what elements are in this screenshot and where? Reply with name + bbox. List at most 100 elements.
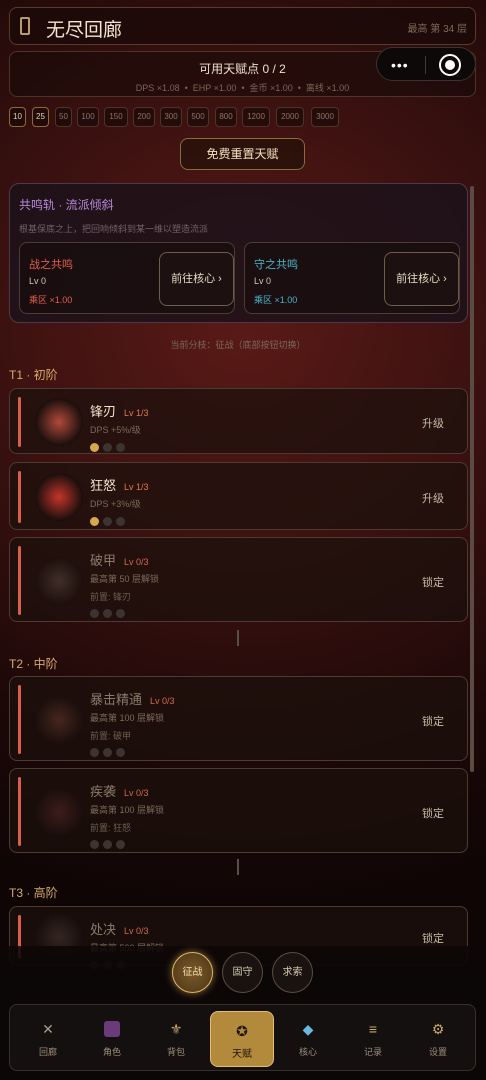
multiplier-summary: DPS ×1.08 • EHP ×1.00 • 金币 ×1.00 • 离线 ×1… <box>135 83 350 93</box>
locked-label: 锁定 <box>422 577 444 589</box>
resonance-panel: 共鸣轨 · 流派倾斜 根基保底之上，把回响倾斜到某一维以塑造流派 战之共鸣 Lv… <box>9 183 468 323</box>
go-to-core-button[interactable]: 前往核心 › <box>384 252 459 306</box>
tab-corridor[interactable]: ✕ 回廊 <box>16 1005 80 1072</box>
scroll-icon: ≡ <box>368 1021 378 1037</box>
path-button-conquest[interactable]: 征战 <box>172 952 213 993</box>
upgrade-button[interactable]: 升级 <box>422 490 444 506</box>
upgrade-button[interactable]: 升级 <box>422 415 444 431</box>
tab-label: 设置 <box>428 1047 447 1057</box>
skill-progress-pips <box>90 836 129 854</box>
skill-description: 最高第 100 层解锁 <box>90 713 165 723</box>
progress-pip <box>90 517 99 526</box>
skill-emblem-icon <box>35 696 83 744</box>
resonance-name: 守之共鸣 <box>254 259 298 271</box>
skill-row[interactable]: 破甲 Lv 0/3 最高第 50 层解锁 前置: 锋刃 锁定 <box>9 537 468 622</box>
skill-prerequisite: 前置: 狂怒 <box>90 823 132 833</box>
tab-talent[interactable]: ✪ 天赋 <box>210 1011 274 1067</box>
scrollbar[interactable] <box>470 186 474 772</box>
skill-prerequisite: 前置: 破甲 <box>90 731 132 741</box>
skill-progress-pips <box>90 744 129 762</box>
tab-core[interactable]: ◆ 核心 <box>276 1005 340 1072</box>
tab-label: 角色 <box>102 1047 121 1057</box>
floor-chip[interactable]: 50 <box>55 107 72 127</box>
skill-name: 疾袭 Lv 0/3 <box>90 784 149 799</box>
capsule-divider <box>425 56 426 74</box>
skill-name: 狂怒 Lv 1/3 <box>90 478 149 493</box>
top-bar: 无尽回廊 最高 第 34 层 <box>9 7 476 45</box>
skill-description: 最高第 50 层解锁 <box>90 574 160 584</box>
progress-pip <box>116 517 125 526</box>
resonance-name: 战之共鸣 <box>29 259 73 271</box>
tab-records[interactable]: ≡ 记录 <box>341 1005 405 1072</box>
skill-name: 破甲 Lv 0/3 <box>90 553 149 568</box>
skill-accent-bar <box>18 471 21 523</box>
tab-character[interactable]: 角色 <box>80 1005 144 1072</box>
tab-label: 记录 <box>363 1047 382 1057</box>
skill-accent-bar <box>18 685 21 754</box>
progress-pip <box>103 443 112 452</box>
skill-name: 处决 Lv 0/3 <box>90 922 149 937</box>
tab-label: 背包 <box>166 1047 185 1057</box>
skill-emblem-icon <box>35 473 83 521</box>
path-button-seek[interactable]: 求索 <box>272 952 313 993</box>
progress-pip <box>103 840 112 849</box>
skill-emblem-icon <box>35 788 83 836</box>
skill-accent-bar <box>18 546 21 615</box>
progress-pip <box>116 609 125 618</box>
floor-chip[interactable]: 25 <box>32 107 49 127</box>
progress-pip <box>90 609 99 618</box>
floor-chip[interactable]: 300 <box>160 107 182 127</box>
page-title: 无尽回廊 <box>46 20 123 41</box>
floor-chip[interactable]: 3000 <box>311 107 339 127</box>
resonance-multiplier: 乘区 ×1.00 <box>254 295 298 305</box>
resonance-level: Lv 0 <box>29 276 47 286</box>
skill-description: DPS +3%/级 <box>90 499 141 509</box>
skill-level: Lv 0/3 <box>124 557 149 567</box>
skill-level: Lv 1/3 <box>124 482 149 492</box>
talent-icon: ✪ <box>236 1023 248 1039</box>
floor-chip[interactable]: 10 <box>9 107 26 127</box>
path-button-defend[interactable]: 固守 <box>222 952 263 993</box>
skill-row[interactable]: 狂怒 Lv 1/3 DPS +3%/级 升级 <box>9 462 468 530</box>
skill-prerequisite: 前置: 锋刃 <box>90 592 132 602</box>
skill-row[interactable]: 锋刃 Lv 1/3 DPS +5%/级 升级 <box>9 388 468 454</box>
tier-label-t1: T1 · 初阶 <box>9 368 58 382</box>
progress-pip <box>116 443 125 452</box>
best-floor-label: 最高 第 34 层 <box>407 24 467 35</box>
tier-connector <box>237 859 239 875</box>
progress-pip <box>103 748 112 757</box>
floor-chip[interactable]: 100 <box>77 107 99 127</box>
reset-talents-button[interactable]: 免费重置天赋 <box>180 138 305 170</box>
floor-chip[interactable]: 800 <box>215 107 237 127</box>
skill-row[interactable]: 暴击精通 Lv 0/3 最高第 100 层解锁 前置: 破甲 锁定 <box>9 676 468 761</box>
tower-icon <box>20 17 30 35</box>
resonance-header: 共鸣轨 · 流派倾斜 <box>19 198 114 212</box>
tab-label: 核心 <box>298 1047 317 1057</box>
floor-chip[interactable]: 1200 <box>242 107 270 127</box>
progress-pip <box>116 748 125 757</box>
skill-row[interactable]: 疾袭 Lv 0/3 最高第 100 层解锁 前置: 狂怒 锁定 <box>9 768 468 853</box>
skill-name: 暴击精通 Lv 0/3 <box>90 692 175 707</box>
floor-chip[interactable]: 500 <box>187 107 209 127</box>
tab-label: 回廊 <box>38 1047 57 1057</box>
go-to-core-button[interactable]: 前往核心 › <box>159 252 234 306</box>
skill-description: 最高第 100 层解锁 <box>90 805 165 815</box>
floor-chip[interactable]: 200 <box>133 107 155 127</box>
more-menu-icon[interactable]: ••• <box>391 57 409 73</box>
floor-chip[interactable]: 2000 <box>276 107 304 127</box>
tier-label-t3: T3 · 高阶 <box>9 886 58 900</box>
skill-name: 锋刃 Lv 1/3 <box>90 404 149 419</box>
tab-settings[interactable]: ⚙ 设置 <box>406 1005 470 1072</box>
floor-chip[interactable]: 150 <box>104 107 128 127</box>
locked-label: 锁定 <box>422 808 444 820</box>
skill-progress-pips <box>90 513 129 531</box>
skill-emblem-icon <box>35 398 83 446</box>
progress-pip <box>90 840 99 849</box>
skill-description: DPS +5%/级 <box>90 425 141 435</box>
progress-pip <box>90 443 99 452</box>
backpack-icon: ⚜ <box>169 1021 183 1037</box>
tab-backpack[interactable]: ⚜ 背包 <box>144 1005 208 1072</box>
close-miniprogram-icon[interactable] <box>439 54 461 76</box>
tier-label-t2: T2 · 中阶 <box>9 657 58 671</box>
resonance-multiplier: 乘区 ×1.00 <box>29 295 73 305</box>
